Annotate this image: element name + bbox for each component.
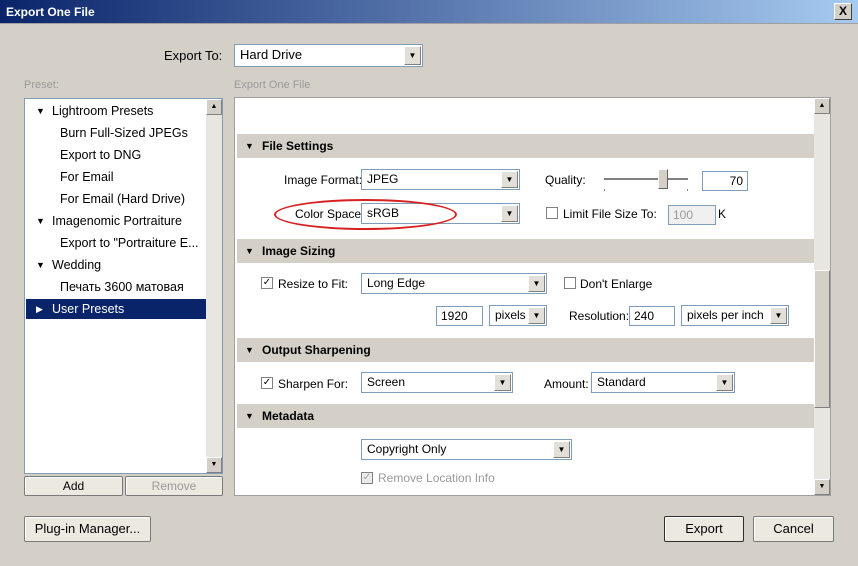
output-sharpening-header[interactable]: ▼ Output Sharpening (237, 338, 814, 362)
expand-triangle-icon[interactable]: ▼ (245, 134, 254, 158)
preset-item[interactable]: Печать 3600 матовая (26, 277, 206, 297)
resize-to-fit-label: Resize to Fit: (278, 277, 349, 291)
preset-item[interactable]: Export to "Portraiture E... (26, 233, 206, 253)
close-button[interactable]: X (834, 3, 852, 20)
resize-to-fit-checkbox[interactable]: ✓ (261, 277, 273, 289)
preset-group-imagenomic[interactable]: ▼ Imagenomic Portraiture (26, 211, 206, 231)
sharpen-for-label: Sharpen For: (278, 377, 349, 391)
quality-slider-ticks (604, 189, 688, 191)
export-to-select[interactable]: Hard Drive ▼ (234, 44, 423, 67)
export-button[interactable]: Export (664, 516, 744, 542)
chevron-down-icon[interactable]: ▼ (404, 46, 421, 65)
preset-list: ▼ Lightroom Presets Burn Full-Sized JPEGs… (24, 98, 223, 474)
scroll-thumb[interactable] (814, 270, 830, 408)
image-sizing-header[interactable]: ▼ Image Sizing (237, 239, 814, 263)
scroll-up-icon[interactable]: ▲ (814, 98, 830, 114)
chevron-down-icon[interactable]: ▼ (501, 171, 518, 188)
expand-triangle-icon[interactable]: ▼ (245, 404, 254, 428)
quality-input[interactable]: 70 (702, 171, 748, 191)
image-format-select[interactable]: JPEG ▼ (361, 169, 520, 190)
preset-group-wedding[interactable]: ▼ Wedding (26, 255, 206, 275)
expand-triangle-icon[interactable]: ▼ (36, 255, 45, 275)
scroll-down-icon[interactable]: ▼ (206, 457, 222, 473)
preset-item[interactable]: For Email (Hard Drive) (26, 189, 206, 209)
resolution-input[interactable]: 240 (629, 306, 675, 326)
export-to-label: Export To: (164, 48, 223, 63)
scroll-down-icon[interactable]: ▼ (814, 479, 830, 495)
preset-scrollbar[interactable]: ▲ ▼ (206, 99, 222, 473)
preset-group-lightroom[interactable]: ▼ Lightroom Presets (26, 101, 206, 121)
quality-label: Quality: (545, 173, 586, 187)
collapsed-triangle-icon[interactable]: ▶ (36, 299, 43, 319)
preset-item[interactable]: For Email (26, 167, 206, 187)
preset-group-user-presets[interactable]: ▶ User Presets (26, 299, 206, 319)
expand-triangle-icon[interactable]: ▼ (245, 239, 254, 263)
quality-slider-track[interactable] (604, 178, 688, 180)
amount-select[interactable]: Standard ▼ (591, 372, 735, 393)
title-bar: Export One File X (0, 0, 858, 24)
expand-triangle-icon[interactable]: ▼ (36, 101, 45, 121)
chevron-down-icon[interactable]: ▼ (528, 275, 545, 292)
chevron-down-icon[interactable]: ▼ (716, 374, 733, 391)
quality-slider-thumb[interactable] (657, 169, 668, 189)
resolution-unit-select[interactable]: pixels per inch ▼ (681, 305, 789, 326)
expand-triangle-icon[interactable]: ▼ (36, 211, 45, 231)
sharpen-for-checkbox[interactable]: ✓ (261, 377, 273, 389)
size-input[interactable]: 1920 (436, 306, 483, 326)
image-format-label: Image Format: (284, 173, 363, 187)
plugin-manager-button[interactable]: Plug-in Manager... (24, 516, 151, 542)
preset-label: Preset: (24, 79, 59, 91)
resize-to-fit-select[interactable]: Long Edge ▼ (361, 273, 547, 294)
chevron-down-icon[interactable]: ▼ (528, 307, 545, 324)
limit-file-size-label: Limit File Size To: (563, 207, 657, 221)
dont-enlarge-checkbox[interactable] (564, 277, 576, 289)
remove-preset-button[interactable]: Remove (125, 476, 223, 496)
expand-triangle-icon[interactable]: ▼ (245, 338, 254, 362)
export-to-value: Hard Drive (240, 47, 303, 62)
chevron-down-icon[interactable]: ▼ (553, 441, 570, 458)
preset-item[interactable]: Export to DNG (26, 145, 206, 165)
sharpen-for-select[interactable]: Screen ▼ (361, 372, 513, 393)
limit-unit-label: K (718, 207, 727, 221)
amount-label: Amount: (544, 377, 589, 391)
resolution-label: Resolution: (569, 309, 630, 323)
panel-header: Export One File (234, 79, 311, 91)
cancel-button[interactable]: Cancel (753, 516, 834, 542)
highlight-oval (274, 199, 457, 230)
add-preset-button[interactable]: Add (24, 476, 123, 496)
remove-location-checkbox[interactable]: ✓ (361, 472, 373, 484)
size-unit-select[interactable]: pixels ▼ (489, 305, 547, 326)
scroll-up-icon[interactable]: ▲ (206, 99, 222, 115)
dont-enlarge-label: Don't Enlarge (580, 277, 653, 291)
file-settings-header[interactable]: ▼ File Settings (237, 134, 814, 158)
metadata-select[interactable]: Copyright Only ▼ (361, 439, 572, 460)
limit-file-size-checkbox[interactable] (546, 207, 558, 219)
metadata-header[interactable]: ▼ Metadata (237, 404, 814, 428)
limit-file-size-input[interactable]: 100 (668, 205, 716, 225)
chevron-down-icon[interactable]: ▼ (501, 205, 518, 222)
settings-scrollbar[interactable]: ▲ ▼ (814, 98, 830, 495)
remove-location-label: Remove Location Info (378, 471, 495, 485)
window-title: Export One File (6, 5, 95, 19)
chevron-down-icon[interactable]: ▼ (494, 374, 511, 391)
preset-item[interactable]: Burn Full-Sized JPEGs (26, 123, 206, 143)
chevron-down-icon[interactable]: ▼ (770, 307, 787, 324)
